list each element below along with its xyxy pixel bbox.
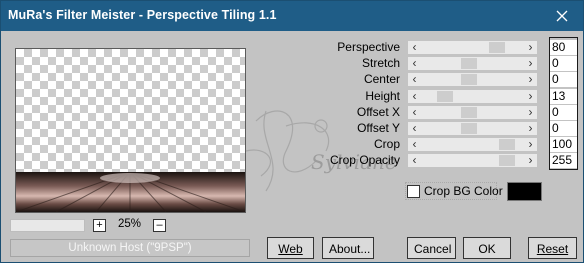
chevron-right-icon[interactable]: › [524,106,537,119]
chevron-right-icon[interactable]: › [524,73,537,86]
about-button[interactable]: About... [322,237,374,259]
crop-bg-color-swatch[interactable] [507,182,542,201]
chevron-right-icon[interactable]: › [524,90,537,103]
crop-bg-label: Crop BG Color [424,184,503,198]
slider-thumb[interactable] [461,74,477,85]
web-button-label: Web [278,242,303,256]
host-status: Unknown Host ("9PSP") [10,239,250,257]
param-label: Offset Y [357,121,400,135]
cancel-button-label: Cancel [414,242,452,256]
chevron-right-icon[interactable]: › [524,154,537,167]
close-icon [556,10,568,22]
param-slider[interactable]: ‹ › [408,122,537,135]
ok-button[interactable]: OK [463,237,511,259]
slider-thumb[interactable] [489,42,505,53]
zoom-in-button[interactable]: + [93,219,106,232]
chevron-left-icon[interactable]: ‹ [408,57,421,70]
chevron-left-icon[interactable]: ‹ [408,90,421,103]
param-slider[interactable]: ‹ › [408,106,537,119]
about-button-label: About... [329,242,371,256]
slider-thumb[interactable] [499,155,515,166]
chevron-right-icon[interactable]: › [524,122,537,135]
crop-bg-checkbox[interactable] [407,185,420,198]
param-slider[interactable]: ‹ › [408,90,537,103]
param-label: Crop Opacity [329,153,400,167]
slider-thumb[interactable] [437,91,453,102]
chevron-left-icon[interactable]: ‹ [408,122,421,135]
ok-button-label: OK [478,242,496,256]
param-label: Stretch [361,56,400,70]
cancel-button[interactable]: Cancel [407,237,456,259]
reset-button[interactable]: Reset [528,237,577,259]
progress-bar [10,219,85,232]
chevron-left-icon[interactable]: ‹ [408,154,421,167]
chevron-right-icon[interactable]: › [524,138,537,151]
param-label: Center [363,72,400,86]
chevron-right-icon[interactable]: › [524,41,537,54]
param-label: Height [365,89,400,103]
slider-thumb[interactable] [461,58,477,69]
param-slider[interactable]: ‹ › [408,41,537,54]
param-slider[interactable]: ‹ › [408,138,537,151]
param-label: Crop [373,137,400,151]
chevron-left-icon[interactable]: ‹ [408,41,421,54]
slider-thumb[interactable] [461,123,477,134]
param-label: Offset X [356,105,400,119]
preview-pane[interactable] [15,48,246,213]
param-label: Perspective [337,40,400,54]
preview-floor-image [16,172,245,212]
zoom-out-button[interactable]: – [153,219,166,232]
title-bar[interactable]: MuRa's Filter Meister - Perspective Tili… [1,1,583,31]
param-slider[interactable]: ‹ › [408,73,537,86]
reset-button-label: Reset [536,242,569,256]
chevron-right-icon[interactable]: › [524,57,537,70]
window-title: MuRa's Filter Meister - Perspective Tili… [8,8,277,22]
filter-dialog: MuRa's Filter Meister - Perspective Tili… [0,0,584,263]
chevron-left-icon[interactable]: ‹ [408,106,421,119]
param-slider[interactable]: ‹ › [408,57,537,70]
zoom-level: 25% [118,218,142,230]
slider-thumb[interactable] [499,139,515,150]
web-button[interactable]: Web [267,237,314,259]
chevron-left-icon[interactable]: ‹ [408,138,421,151]
value-frame [549,37,578,170]
chevron-left-icon[interactable]: ‹ [408,73,421,86]
param-slider[interactable]: ‹ › [408,154,537,167]
slider-thumb[interactable] [461,107,477,118]
close-button[interactable] [541,1,583,31]
